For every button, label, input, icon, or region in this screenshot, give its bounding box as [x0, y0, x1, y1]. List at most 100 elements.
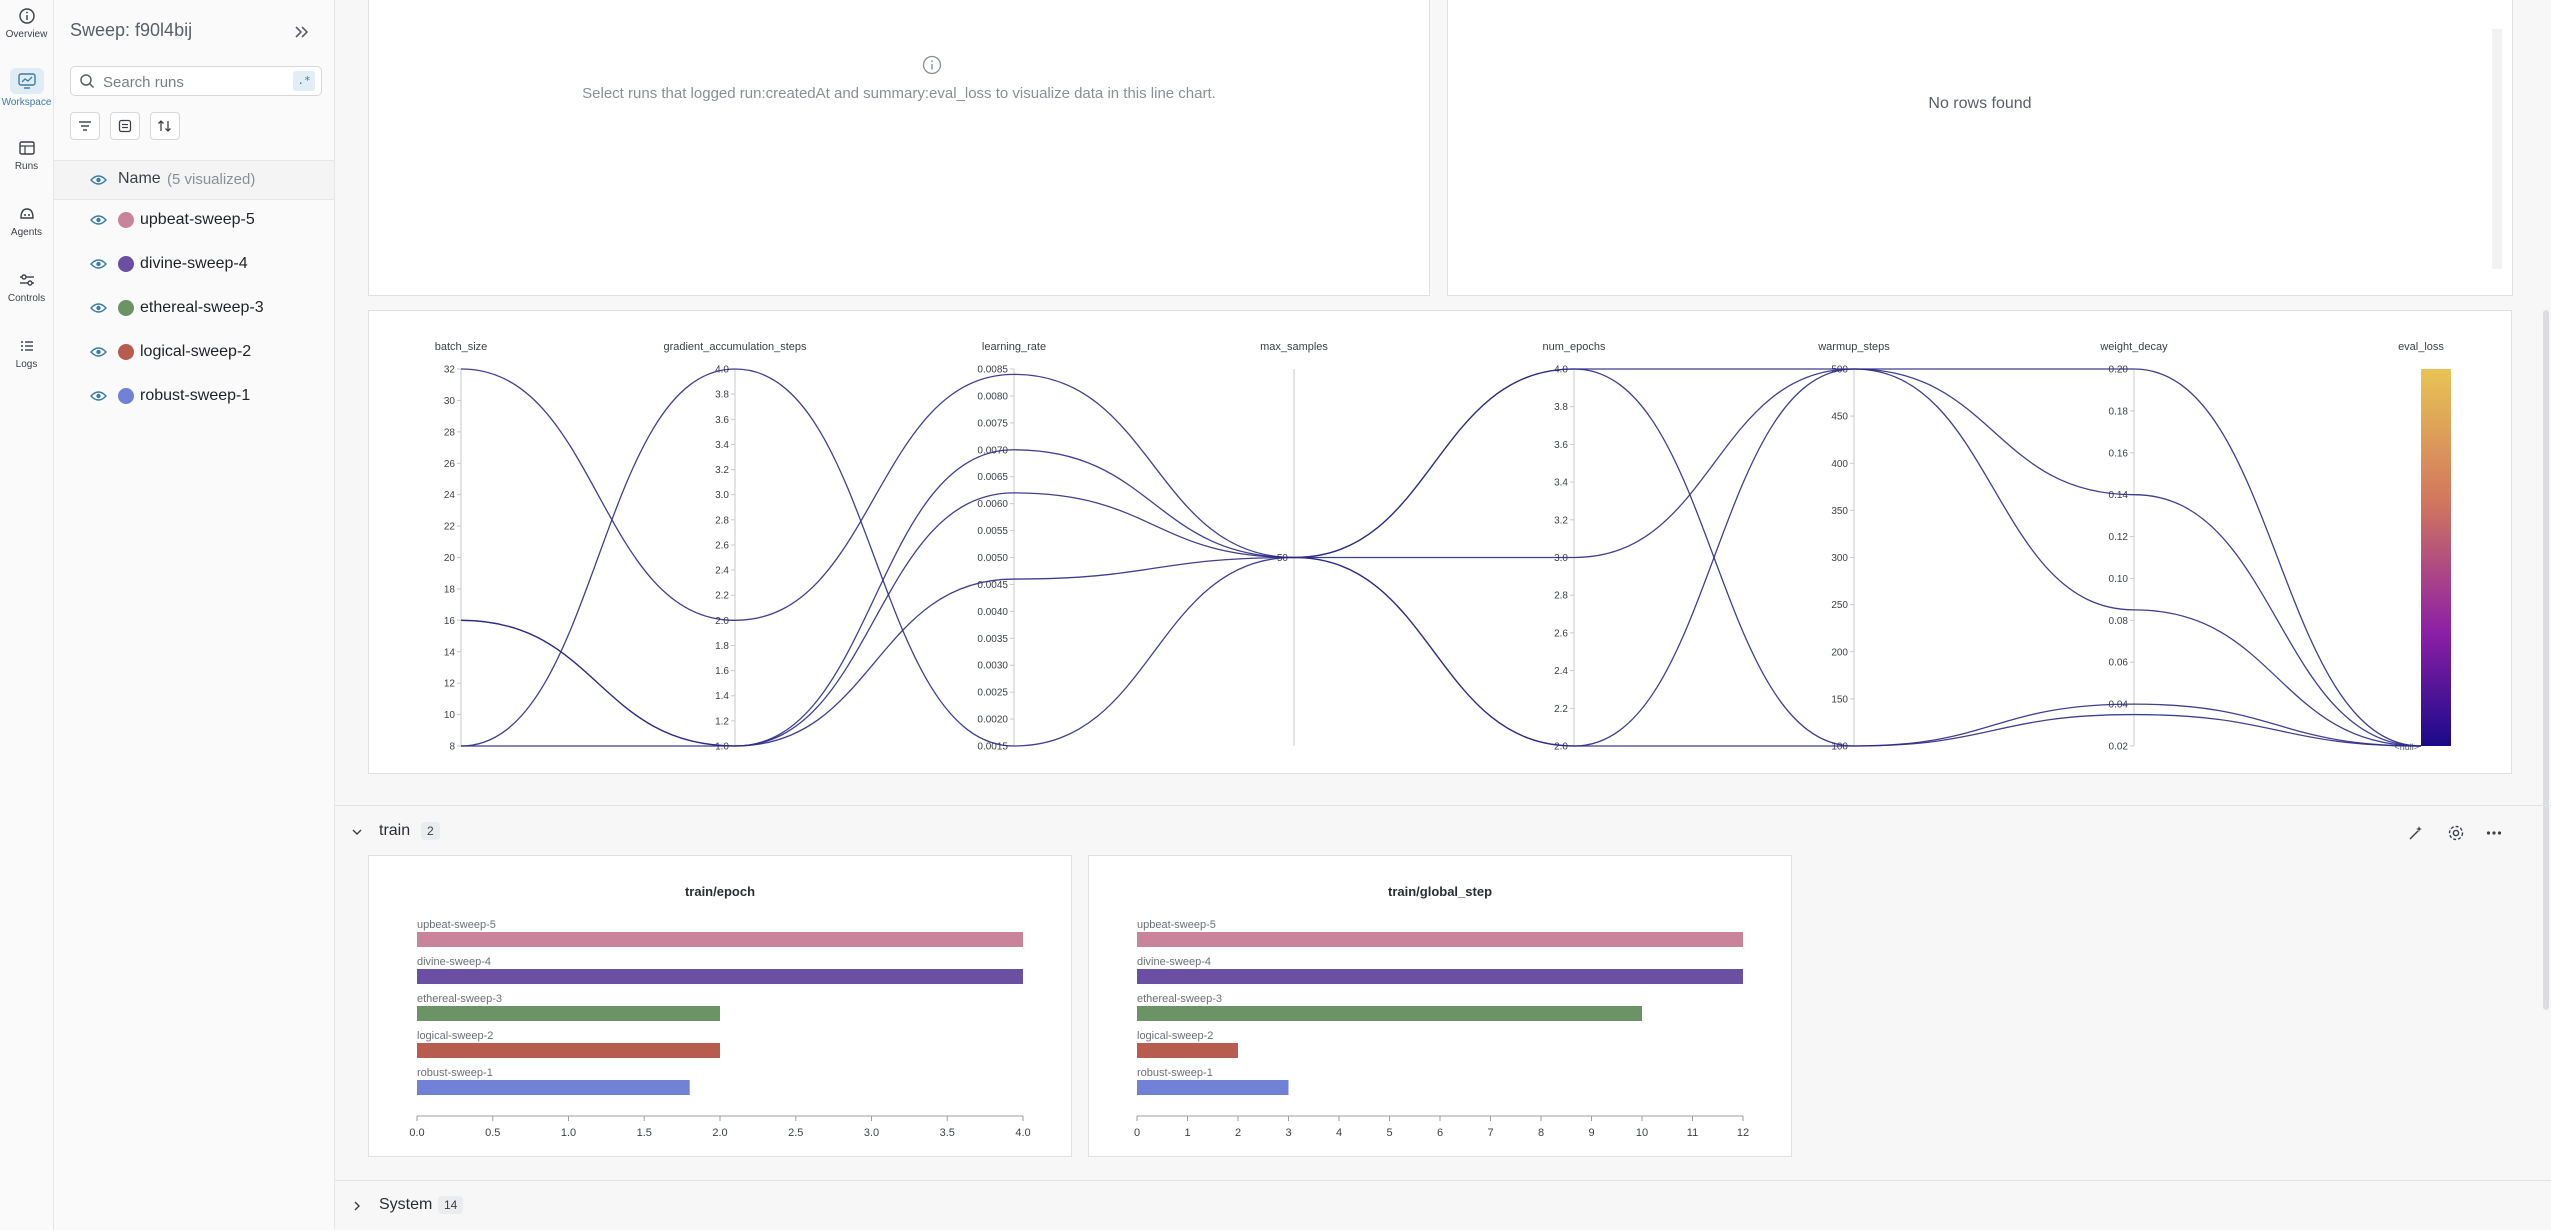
system-section-header[interactable]: System 14	[335, 1182, 2551, 1232]
run-name[interactable]: robust-sweep-1	[140, 387, 250, 405]
regex-toggle-button[interactable]: .*	[293, 71, 315, 91]
nav-agents[interactable]: Agents	[0, 204, 53, 238]
x-axis-tick-label: 7	[1487, 1127, 1493, 1139]
axis-tick-label: 3.8	[1554, 402, 1568, 413]
nav-runs[interactable]: Runs	[0, 138, 53, 172]
run-row[interactable]: ethereal-sweep-3	[54, 292, 334, 328]
run-name[interactable]: logical-sweep-2	[140, 343, 251, 361]
runs-name-header: Name (5 visualized)	[54, 160, 334, 200]
train-global-step-panel: train/global_step upbeat-sweep-5 divine-sw…	[1088, 855, 1792, 1157]
eye-icon[interactable]	[90, 258, 107, 270]
axis-tick-label: 12	[444, 679, 456, 690]
bar-category-label: ethereal-sweep-3	[1137, 993, 1222, 1005]
axis-tick-label: 0.0020	[977, 715, 1008, 726]
name-column-label[interactable]: Name	[118, 170, 161, 188]
nav-label: Controls	[7, 293, 46, 304]
train-global-step-bar-chart[interactable]: train/global_step upbeat-sweep-5 divine-sw…	[1089, 856, 1791, 1156]
run-name[interactable]: ethereal-sweep-3	[140, 299, 264, 317]
line-chart-empty-message: Select runs that logged run:createdAt an…	[582, 85, 1216, 102]
x-axis-tick-label: 3.0	[864, 1127, 879, 1139]
run-row[interactable]: upbeat-sweep-5	[54, 204, 334, 240]
more-options-icon[interactable]	[2485, 824, 2503, 842]
axis-tick-label: 0.12	[2109, 532, 2129, 543]
axis-tick-label: 250	[1831, 600, 1848, 611]
axis-tick-label: 30	[444, 396, 456, 407]
eye-icon[interactable]	[90, 390, 107, 402]
nav-logs[interactable]: Logs	[0, 336, 53, 370]
eye-icon[interactable]	[90, 174, 107, 186]
run-row[interactable]: robust-sweep-1	[54, 380, 334, 416]
collapse-sidebar-button[interactable]	[290, 20, 314, 44]
axis-tick-label: 0.0060	[977, 499, 1008, 510]
bar-category-label: ethereal-sweep-3	[417, 993, 502, 1005]
list-icon	[20, 341, 33, 351]
axis-tick-label: 400	[1831, 459, 1848, 470]
axis-label: eval_loss	[2398, 341, 2444, 353]
x-axis-tick-label: 0.0	[409, 1127, 424, 1139]
search-icon	[80, 74, 95, 89]
run-color-dot[interactable]	[118, 344, 134, 360]
x-axis-tick-label: 0.5	[485, 1127, 500, 1139]
axis-tick-label: 3.0	[715, 490, 729, 501]
eye-icon[interactable]	[90, 214, 107, 226]
axis-tick-label: 8	[449, 742, 455, 753]
run-color-dot[interactable]	[118, 388, 134, 404]
axis-tick-label: 28	[444, 427, 456, 438]
axis-tick-label: 0.0065	[977, 472, 1008, 483]
axis-tick-label: 0.20	[2109, 365, 2129, 376]
axis-tick-label: 22	[444, 522, 456, 533]
run-line	[460, 368, 2422, 747]
run-color-dot[interactable]	[118, 212, 134, 228]
axis-label: learning_rate	[982, 341, 1046, 353]
train-section-header[interactable]: train 2	[335, 808, 2551, 858]
run-name[interactable]: divine-sweep-4	[140, 255, 248, 273]
info-circle-icon	[18, 8, 35, 24]
parallel-coordinates-panel: batch_size 32 30 28 26 24 22 20 18 16 14 12 10 8 gradi…	[368, 310, 2512, 774]
train-epoch-bar-chart[interactable]: train/epoch upbeat-sweep-5 divine-sweep-4 e…	[369, 856, 1071, 1156]
x-axis-tick-label: 1.0	[561, 1127, 576, 1139]
line-chart-panel: Select runs that logged run:createdAt an…	[368, 0, 1430, 296]
axis-tick-label: 2.2	[1554, 704, 1568, 715]
nav-workspace[interactable]: Workspace	[0, 68, 53, 108]
group-button[interactable]	[110, 112, 140, 140]
nav-controls[interactable]: Controls	[0, 270, 53, 304]
left-nav: Overview Workspace Runs Agents Controls …	[0, 0, 54, 1230]
run-color-dot[interactable]	[118, 300, 134, 316]
run-color-dot[interactable]	[118, 256, 134, 272]
axis-tick-label: 0.0045	[977, 580, 1008, 591]
bar	[1137, 1080, 1289, 1095]
axis-tick-label: 32	[444, 365, 456, 376]
axis-tick-label: 3.0	[1554, 553, 1568, 564]
axis-tick-label: 3.6	[1554, 440, 1568, 451]
parallel-coordinates-chart[interactable]: batch_size 32 30 28 26 24 22 20 18 16 14 12 10 8 gradi…	[369, 311, 2511, 773]
section-title: train	[379, 822, 411, 839]
group-icon	[118, 119, 132, 133]
sort-button[interactable]	[150, 112, 180, 140]
run-name[interactable]: upbeat-sweep-5	[140, 211, 255, 229]
run-row[interactable]: divine-sweep-4	[54, 248, 334, 284]
eye-icon[interactable]	[90, 346, 107, 358]
section-count-badge: 2	[421, 822, 440, 840]
gear-icon[interactable]	[2447, 824, 2465, 842]
table-scrollbar[interactable]	[2492, 29, 2502, 269]
chevron-down-icon[interactable]	[351, 826, 363, 838]
nav-overview[interactable]: Overview	[0, 6, 53, 40]
run-row[interactable]: logical-sweep-2	[54, 336, 334, 372]
axis-tick-label: 18	[444, 584, 456, 595]
x-axis-tick-label: 0	[1134, 1127, 1140, 1139]
bar-category-label: logical-sweep-2	[417, 1030, 493, 1042]
vertical-scrollbar[interactable]	[2543, 310, 2549, 1010]
x-axis-tick-label: 2	[1235, 1127, 1241, 1139]
axis-tick-label: 26	[444, 459, 456, 470]
axis-tick-label: 0.06	[2109, 658, 2129, 669]
filter-button[interactable]	[70, 112, 100, 140]
bar	[1137, 932, 1743, 947]
magic-wand-icon[interactable]	[2407, 824, 2425, 842]
eye-icon[interactable]	[90, 302, 107, 314]
axis-tick-label: 2.4	[715, 566, 729, 577]
x-axis-tick-label: 12	[1737, 1127, 1749, 1139]
chevron-right-icon[interactable]	[351, 1200, 363, 1212]
axis-tick-label: 350	[1831, 506, 1848, 517]
x-axis-tick-label: 9	[1588, 1127, 1594, 1139]
search-runs-input[interactable]	[101, 71, 275, 93]
